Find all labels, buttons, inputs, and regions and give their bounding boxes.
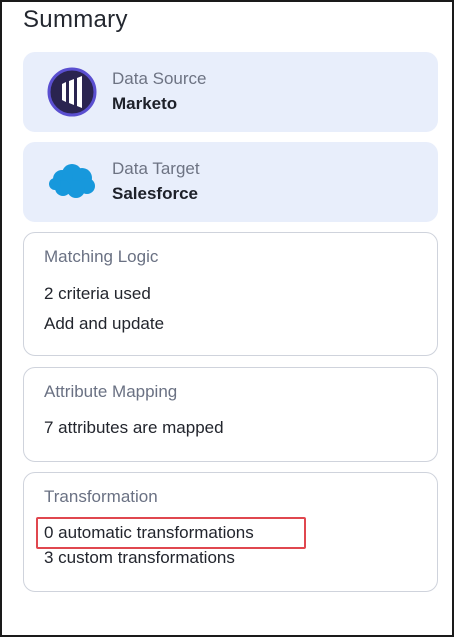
- marketo-logo-icon: [47, 67, 97, 117]
- data-source-label: Data Source: [112, 69, 207, 88]
- salesforce-cloud-icon: [49, 164, 95, 198]
- matching-criteria-text: 2 criteria used: [44, 284, 151, 303]
- attribute-mapping-title: Attribute Mapping: [44, 382, 178, 401]
- summary-title: Summary: [23, 6, 128, 33]
- summary-panel: Summary Data Source Marketo Data Target …: [0, 0, 454, 637]
- data-source-card: Data Source Marketo: [23, 52, 438, 132]
- custom-transformations-text: 3 custom transformations: [44, 548, 235, 567]
- matching-mode-text: Add and update: [44, 314, 165, 333]
- transformation-title: Transformation: [44, 487, 158, 506]
- data-target-value: Salesforce: [112, 184, 198, 203]
- data-source-value: Marketo: [112, 94, 178, 113]
- automatic-transformations-text: 0 automatic transformations: [44, 523, 254, 542]
- matching-logic-title: Matching Logic: [44, 247, 159, 266]
- attributes-mapped-text: 7 attributes are mapped: [44, 418, 224, 437]
- matching-logic-card: Matching Logic 2 criteria used Add and u…: [23, 232, 438, 356]
- attribute-mapping-card: Attribute Mapping 7 attributes are mappe…: [23, 367, 438, 462]
- data-target-card: Data Target Salesforce: [23, 142, 438, 222]
- transformation-card: Transformation 0 automatic transformatio…: [23, 472, 438, 592]
- data-target-label: Data Target: [112, 159, 200, 178]
